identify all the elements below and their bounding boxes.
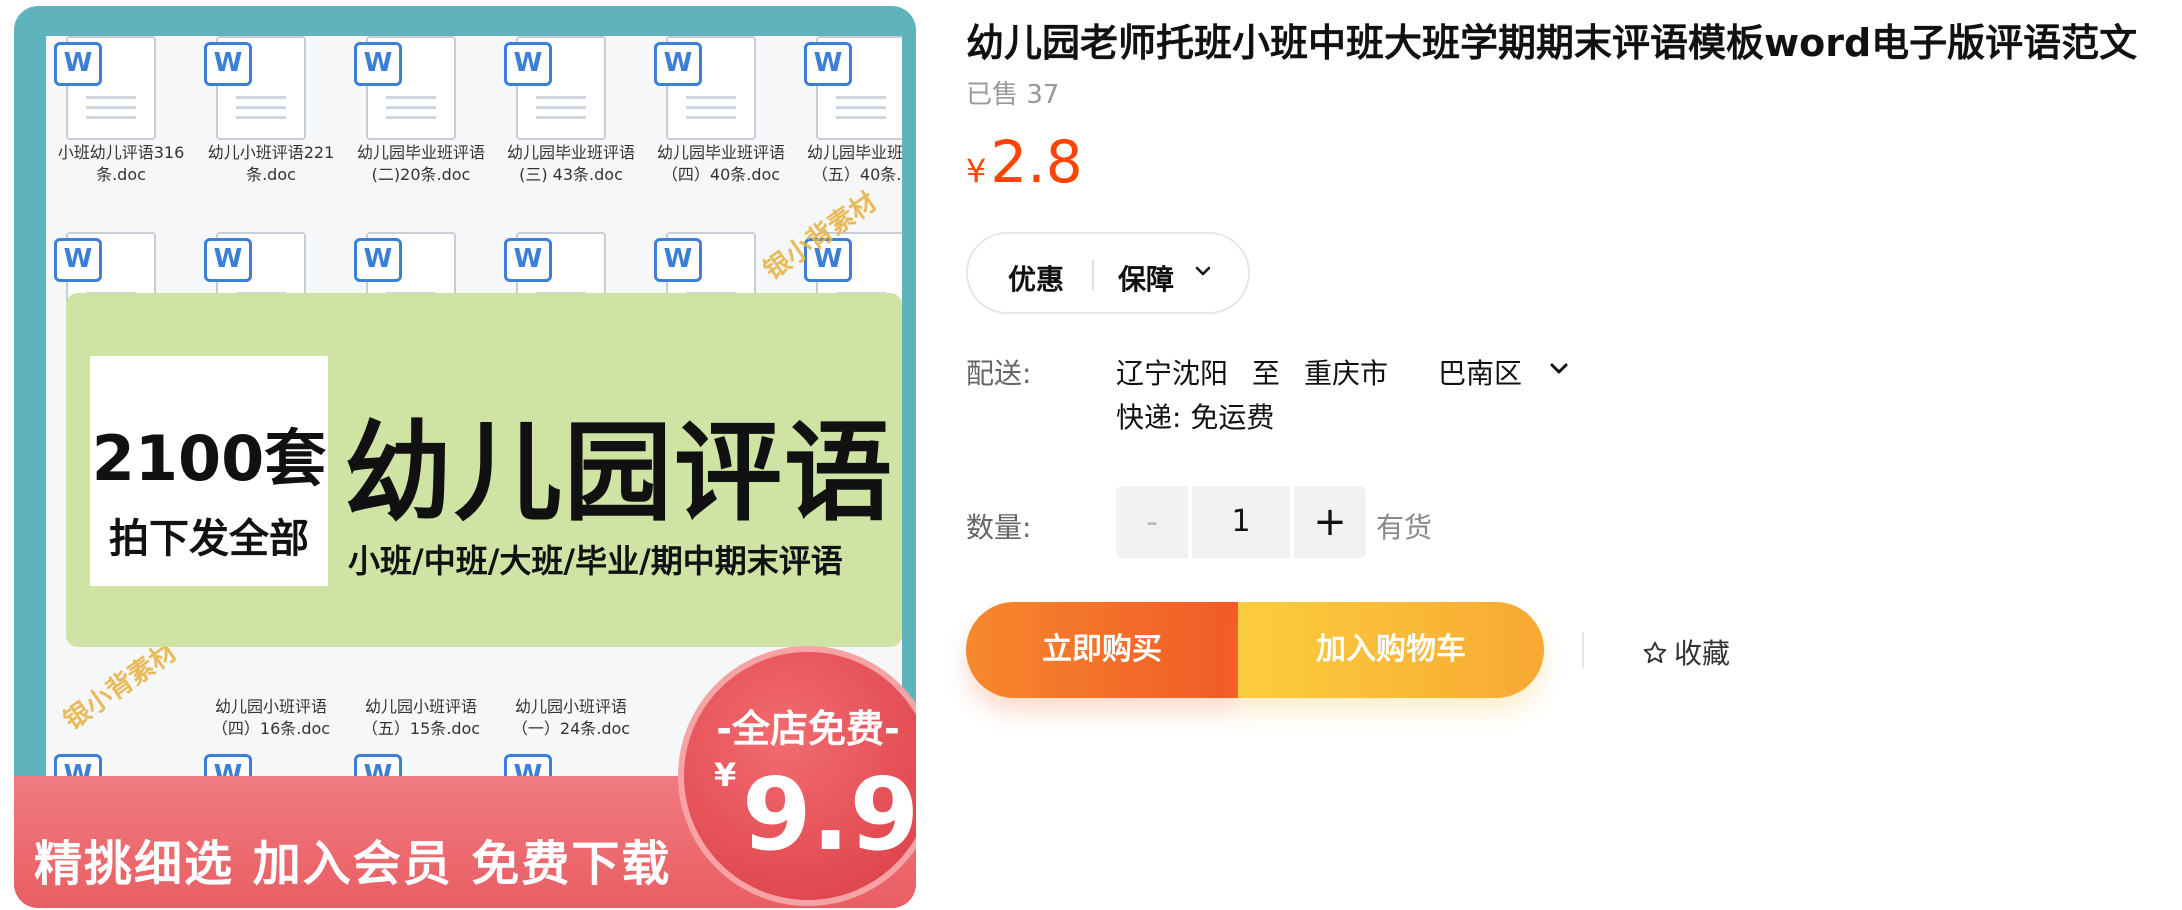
product-image: W 小班幼儿评语316条.doc W 幼儿小班评语221条.doc W 幼儿园毕… — [14, 6, 916, 908]
promo-badge-currency: ¥ — [714, 756, 737, 794]
quantity-decrease-button[interactable]: - — [1116, 486, 1188, 558]
file-tile: W 幼儿园毕业班评语(三) 43条.doc — [496, 36, 646, 236]
divider — [1582, 632, 1584, 668]
star-outline-icon — [1643, 641, 1667, 664]
shipping-fee: 快递: 免运费 — [1116, 401, 1275, 434]
word-doc-icon: W — [504, 238, 552, 282]
favorite-label: 收藏 — [1674, 637, 1731, 670]
promo-badge-price: 9.9 — [742, 756, 916, 873]
service-selector[interactable]: 优惠 保障 — [966, 232, 1250, 314]
file-name: 幼儿小班评语221条.doc — [207, 143, 335, 184]
ship-to-city[interactable]: 重庆市 — [1304, 352, 1388, 392]
file-name: 幼儿园毕业班评语（五）40条.doc — [806, 143, 902, 184]
price-currency: ¥ — [966, 152, 987, 190]
tab-discount[interactable]: 优惠 — [1008, 258, 1064, 298]
file-tile: W 幼儿小班评语221条.doc — [196, 36, 346, 236]
quantity-label: 数量: — [966, 511, 1032, 544]
chevron-down-icon[interactable] — [1192, 260, 1214, 282]
divider — [1092, 260, 1094, 290]
file-name: 幼儿园毕业班评语(二)20条.doc — [356, 143, 485, 184]
file-name: 幼儿园小班评语（一）24条.doc — [511, 697, 631, 738]
quantity-input[interactable]: 1 — [1192, 486, 1290, 558]
word-doc-icon: W — [504, 42, 552, 86]
price-value: 2.8 — [990, 128, 1083, 196]
word-doc-icon: W — [204, 238, 252, 282]
ship-from: 辽宁沈阳 — [1116, 357, 1229, 390]
add-to-cart-button[interactable]: 加入购物车 — [1238, 602, 1544, 698]
word-doc-icon: W — [654, 238, 702, 282]
banner-title: 幼儿园评语 — [344, 411, 895, 536]
count-box: 2100套 拍下发全部 — [90, 356, 328, 586]
file-tile: W 小班幼儿评语316条.doc — [46, 36, 196, 236]
file-name: 小班幼儿评语316条.doc — [57, 143, 185, 184]
file-name: 幼儿园毕业班评语（四）40条.doc — [656, 143, 785, 184]
set-count-subtitle: 拍下发全部 — [109, 516, 309, 562]
word-doc-icon: W — [354, 42, 402, 86]
file-tile: W 幼儿园毕业班评语(二)20条.doc — [346, 36, 496, 236]
delivery-label: 配送: — [966, 357, 1032, 390]
word-doc-icon: W — [54, 42, 102, 86]
promo-badge-label: -全店免费- — [716, 707, 900, 751]
buy-now-button[interactable]: 立即购买 — [966, 602, 1238, 698]
word-doc-icon: W — [54, 238, 102, 282]
set-count: 2100套 — [91, 422, 327, 495]
sold-count: 已售 37 — [966, 80, 1060, 110]
file-tile: W 幼儿园毕业班评语（四）40条.doc — [646, 36, 796, 236]
ship-to-district[interactable]: 巴南区 — [1438, 352, 1522, 392]
file-name: 幼儿园小班评语（五）15条.doc — [361, 697, 481, 738]
word-doc-icon: W — [804, 42, 852, 86]
file-name: 幼儿园毕业班评语(三) 43条.doc — [506, 143, 635, 184]
word-doc-icon: W — [204, 42, 252, 86]
chevron-down-icon[interactable] — [1546, 356, 1572, 382]
banner-subtitle: 小班/中班/大班/毕业/期中期末评语 — [348, 542, 843, 580]
favorite-button[interactable]: 收藏 — [1642, 632, 1730, 672]
quantity-increase-button[interactable]: + — [1294, 486, 1366, 558]
file-name: 幼儿园小班评语（四）16条.doc — [211, 697, 331, 738]
product-price: ¥2.8 — [966, 128, 1083, 196]
stock-status: 有货 — [1376, 511, 1433, 544]
word-doc-icon: W — [654, 42, 702, 86]
tab-guarantee[interactable]: 保障 — [1118, 258, 1174, 298]
word-doc-icon: W — [354, 238, 402, 282]
product-title: 幼儿园老师托班小班中班大班学期期末评语模板word电子版评语范文 — [966, 21, 2138, 65]
ship-to-separator: 至 — [1252, 357, 1281, 390]
promo-text: 精挑细选 加入会员 免费下载 — [34, 836, 672, 892]
